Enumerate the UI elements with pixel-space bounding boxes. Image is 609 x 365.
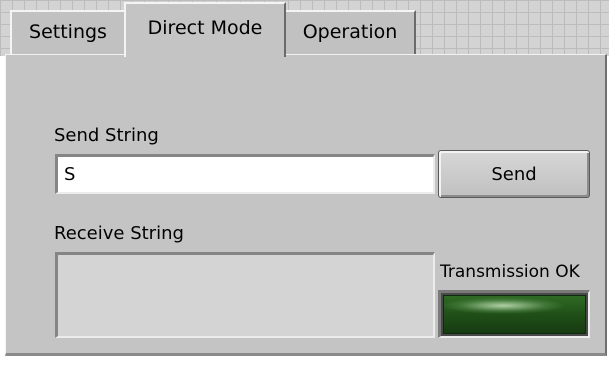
send-string-input[interactable] — [55, 154, 435, 194]
send-string-label: Send String — [54, 125, 159, 146]
tab-control: Settings Direct Mode Operation Send Stri… — [0, 0, 609, 365]
led-light — [443, 295, 586, 334]
receive-string-display — [55, 252, 435, 338]
send-button[interactable]: Send — [438, 150, 590, 198]
transmission-ok-label: Transmission OK — [440, 262, 580, 282]
tab-direct-mode[interactable]: Direct Mode — [124, 2, 286, 57]
receive-string-label: Receive String — [54, 223, 184, 244]
tab-operation[interactable]: Operation — [284, 10, 416, 54]
transmission-ok-indicator — [438, 290, 590, 338]
tab-settings[interactable]: Settings — [10, 10, 126, 54]
